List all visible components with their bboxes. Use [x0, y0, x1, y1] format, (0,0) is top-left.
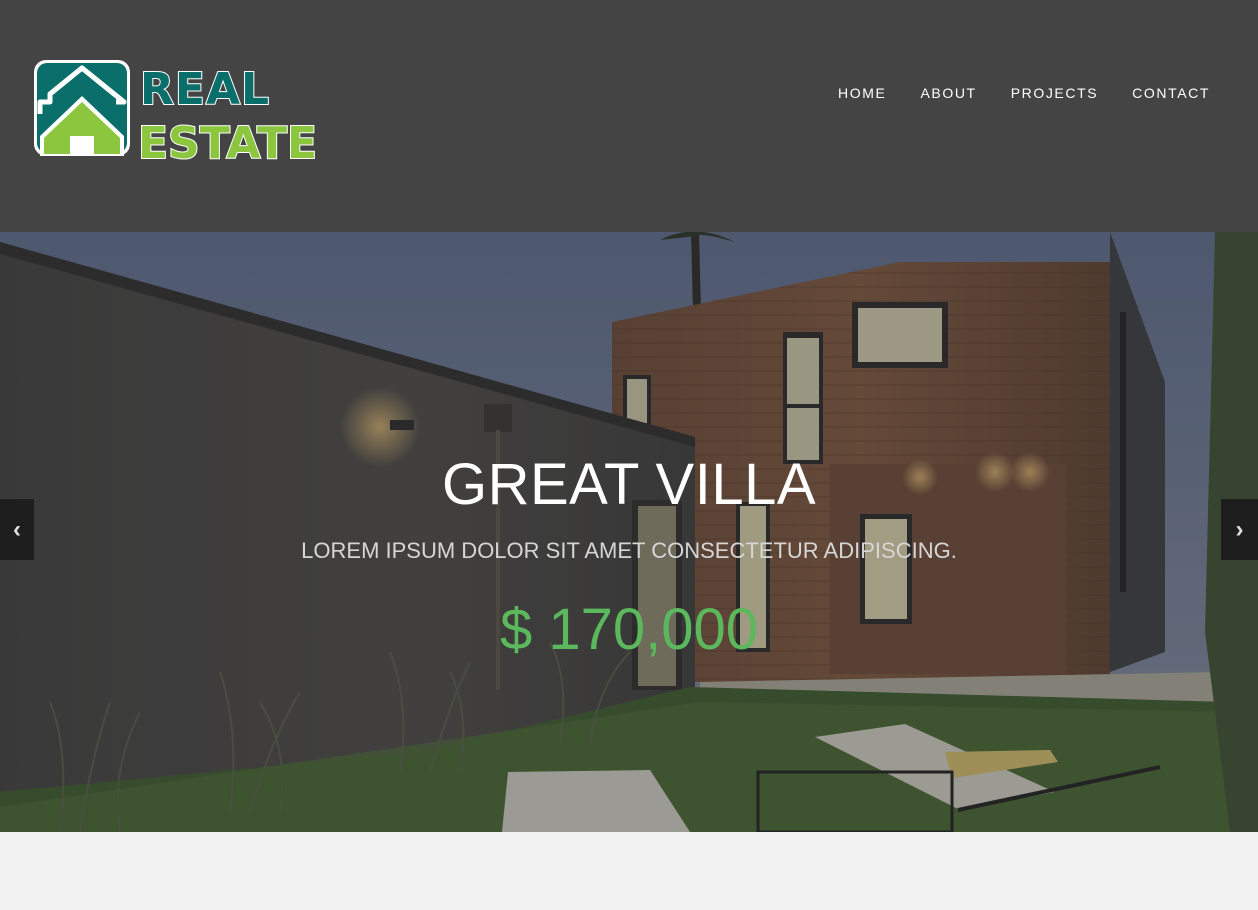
chevron-right-icon: › — [1235, 515, 1244, 543]
hero-subtitle: LOREM IPSUM DOLOR SIT AMET CONSECTETUR A… — [301, 538, 957, 563]
hero-overlay — [0, 232, 1258, 832]
nav-item-projects[interactable]: PROJECTS — [1011, 84, 1098, 102]
site-header: REAL ESTATE HOME ABOUT PROJECTS CONTACT — [0, 0, 1258, 232]
nav-item-home[interactable]: HOME — [838, 84, 886, 102]
svg-text:ESTATE: ESTATE — [138, 118, 317, 164]
slider-next-button[interactable]: › — [1221, 499, 1258, 560]
content-area — [0, 832, 1258, 910]
chevron-left-icon: ‹ — [13, 515, 21, 543]
hero-title: GREAT VILLA — [441, 452, 817, 517]
real-estate-logo[interactable]: REAL ESTATE — [32, 58, 322, 164]
slider-prev-button[interactable]: ‹ — [0, 499, 34, 560]
main-nav: HOME ABOUT PROJECTS CONTACT — [804, 84, 1210, 102]
svg-text:REAL: REAL — [140, 64, 270, 115]
hero-price: $ 170,000 — [499, 597, 759, 662]
nav-item-contact[interactable]: CONTACT — [1132, 84, 1210, 102]
hero-slider: GREAT VILLA LOREM IPSUM DOLOR SIT AMET C… — [0, 232, 1258, 832]
nav-item-about[interactable]: ABOUT — [920, 84, 976, 102]
